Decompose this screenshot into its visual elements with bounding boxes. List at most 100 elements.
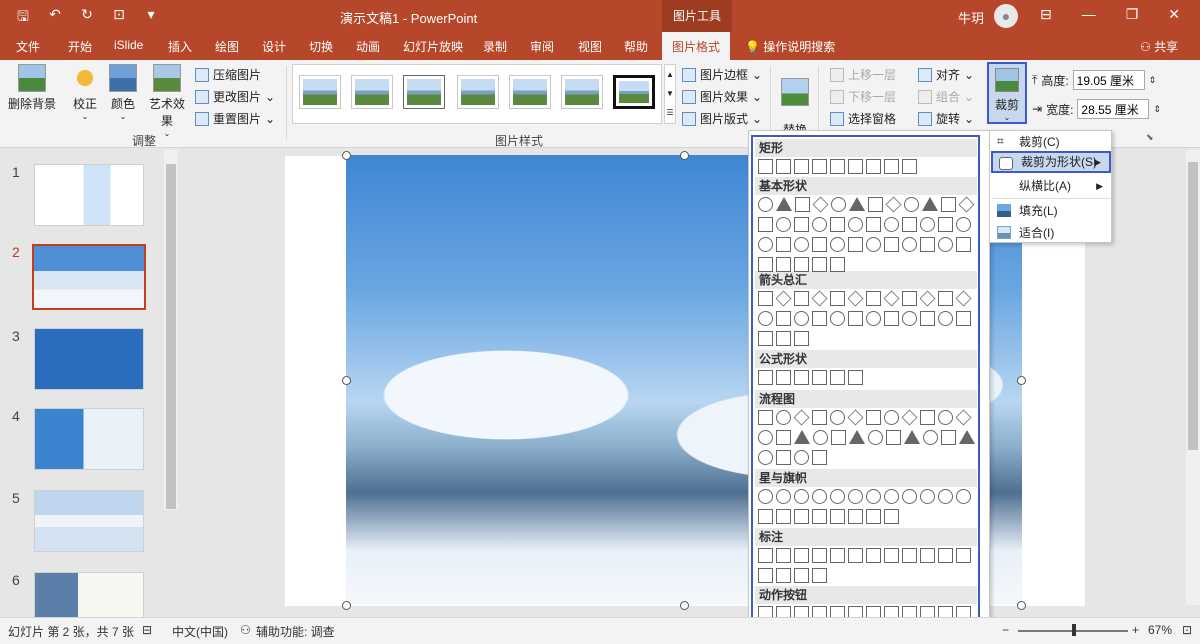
shape-option-icon[interactable] [938,311,953,326]
picture-effects-button[interactable]: 图片效果 ⌄ [682,88,762,105]
shape-option-icon[interactable] [811,290,828,307]
send-backward-button[interactable]: 下移一层 [830,88,896,105]
size-dialog-launcher-icon[interactable]: ⬊ [1146,132,1154,143]
shape-option-icon[interactable] [866,410,881,425]
picture-style-1[interactable] [299,75,341,109]
shape-option-icon[interactable] [956,311,971,326]
shape-option-icon[interactable] [956,237,971,252]
shape-option-icon[interactable] [849,430,865,444]
ribbon-display-icon[interactable]: ⊟ [1040,6,1052,23]
resize-handle[interactable] [680,601,689,610]
change-picture-button[interactable]: 更改图片 ⌄ [195,88,275,105]
resize-handle[interactable] [1017,601,1026,610]
shape-option-icon[interactable] [955,290,972,307]
tab-home[interactable]: 开始 [68,38,92,55]
shape-option-icon[interactable] [902,217,917,232]
tab-animations[interactable]: 动画 [356,38,380,55]
shape-option-icon[interactable] [848,237,863,252]
shape-option-icon[interactable] [794,450,809,465]
resize-handle[interactable] [342,601,351,610]
shape-option-icon[interactable] [830,489,845,504]
shape-option-icon[interactable] [938,291,953,306]
shape-option-icon[interactable] [776,217,791,232]
shape-option-icon[interactable] [812,196,829,213]
resize-handle[interactable] [342,376,351,385]
shape-option-icon[interactable] [794,331,809,346]
shape-option-icon[interactable] [776,197,792,211]
shape-option-icon[interactable] [938,410,953,425]
shape-option-icon[interactable] [847,409,864,426]
picture-border-button[interactable]: 图片边框 ⌄ [682,66,762,83]
shape-option-icon[interactable] [776,257,791,272]
shape-option-icon[interactable] [758,331,773,346]
picture-style-3[interactable] [403,75,445,109]
shape-option-icon[interactable] [884,489,899,504]
shape-option-icon[interactable] [884,217,899,232]
tab-record[interactable]: 录制 [483,38,507,55]
shape-option-icon[interactable] [956,489,971,504]
shape-option-icon[interactable] [758,430,773,445]
shape-option-icon[interactable] [920,237,935,252]
height-spinner-icon[interactable]: ⇕ [1149,75,1157,86]
shape-option-icon[interactable] [884,548,899,563]
shape-option-icon[interactable] [794,568,809,583]
shape-option-icon[interactable] [830,311,845,326]
tab-slideshow[interactable]: 幻灯片放映 [403,38,463,55]
shape-option-icon[interactable] [902,291,917,306]
shape-option-icon[interactable] [812,568,827,583]
width-spinner-icon[interactable]: ⇕ [1153,104,1161,115]
shape-option-icon[interactable] [866,509,881,524]
picture-style-2[interactable] [351,75,393,109]
minimize-icon[interactable]: — [1082,6,1096,23]
picture-style-7[interactable] [613,75,655,109]
shape-option-icon[interactable] [830,509,845,524]
avatar[interactable]: ● [994,4,1018,28]
tab-islide[interactable]: iSlide [114,38,143,52]
shape-option-icon[interactable] [794,237,809,252]
tell-me-search[interactable]: 💡 操作说明搜索 [745,38,835,55]
restore-icon[interactable]: ❐ [1126,6,1139,23]
shape-option-icon[interactable] [884,159,899,174]
shape-option-icon[interactable] [904,430,920,444]
remove-background-button[interactable]: 删除背景 [8,64,56,112]
customize-toolbar-icon[interactable]: ▾ [142,6,160,30]
shape-option-icon[interactable] [848,548,863,563]
crop-menu-item[interactable]: ⌗ 裁剪(C) [991,131,1111,153]
picture-style-5[interactable] [509,75,551,109]
gallery-more-icon[interactable]: ☰ [665,103,675,122]
shape-option-icon[interactable] [922,197,938,211]
fit-item[interactable]: 适合(I) [991,222,1111,244]
shape-option-icon[interactable] [812,217,827,232]
shape-option-icon[interactable] [884,410,899,425]
shape-option-icon[interactable] [758,159,773,174]
selection-pane-button[interactable]: 选择窗格 [830,110,896,127]
shape-option-icon[interactable] [776,568,791,583]
fit-to-window-icon[interactable]: ⊡ [1182,623,1192,637]
resize-handle[interactable] [342,151,351,160]
notes-icon[interactable]: ⊟ [142,623,152,637]
redo-icon[interactable]: ↻ [78,6,96,30]
picture-style-4[interactable] [457,75,499,109]
present-icon[interactable]: ⊡ [110,6,128,30]
tab-draw[interactable]: 绘图 [215,38,239,55]
shape-option-icon[interactable] [866,237,881,252]
shape-option-icon[interactable] [830,217,845,232]
shape-option-icon[interactable] [830,257,845,272]
group-button[interactable]: 组合 ⌄ [918,88,974,105]
shape-option-icon[interactable] [812,370,827,385]
shape-option-icon[interactable] [830,548,845,563]
tab-design[interactable]: 设计 [262,38,286,55]
shape-option-icon[interactable] [902,548,917,563]
shape-option-icon[interactable] [812,237,827,252]
shape-option-icon[interactable] [794,489,809,504]
shape-option-icon[interactable] [795,197,810,212]
bring-forward-button[interactable]: 上移一层 [830,66,896,83]
gallery-up-icon[interactable]: ▲ [665,65,675,84]
shape-option-icon[interactable] [920,548,935,563]
picture-style-6[interactable] [561,75,603,109]
shape-option-icon[interactable] [776,430,791,445]
shape-option-icon[interactable] [938,237,953,252]
shape-option-icon[interactable] [794,430,810,444]
gallery-scroll[interactable]: ▲ ▼ ☰ [664,64,676,124]
resize-handle[interactable] [680,151,689,160]
